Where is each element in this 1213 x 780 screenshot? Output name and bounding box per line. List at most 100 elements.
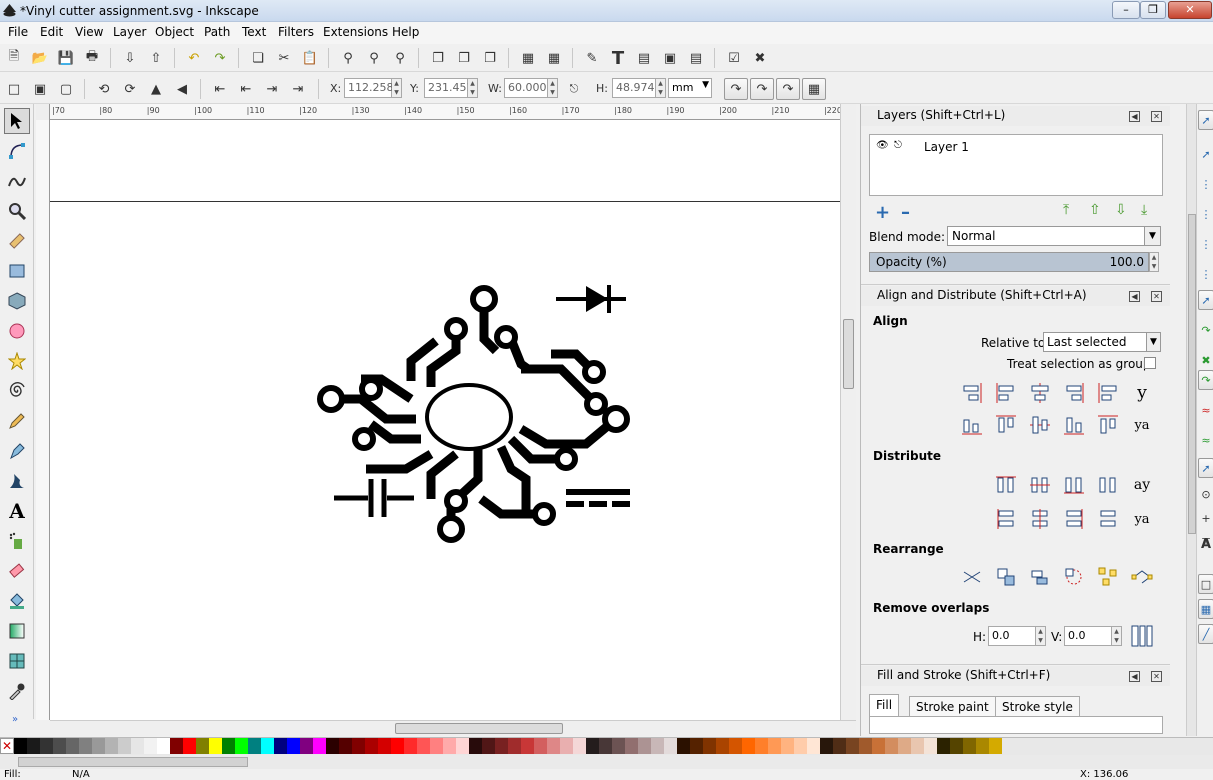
color-swatch[interactable] [833, 738, 846, 754]
scroll-thumb[interactable] [1188, 214, 1196, 534]
align-bottom-icon[interactable] [1061, 412, 1087, 438]
overlap-v-stepper[interactable]: ▲ ▼ [1112, 626, 1122, 646]
add-layer-icon[interactable]: + [875, 202, 890, 223]
measure-tool-icon[interactable] [4, 228, 30, 254]
color-swatch[interactable] [66, 738, 79, 754]
star-tool-icon[interactable] [4, 348, 30, 374]
treat-group-checkbox[interactable] [1144, 357, 1156, 369]
open-icon[interactable]: 📂 [30, 48, 50, 68]
distribute-text-vertical-icon[interactable]: ya [1129, 506, 1155, 532]
snap-smooth-icon[interactable]: ≈ [1198, 400, 1213, 420]
snap-cusp-icon[interactable]: ↷ [1198, 370, 1213, 390]
snap-toggle-icon[interactable]: ➚ [1198, 110, 1213, 130]
overlap-h-stepper[interactable]: ▲ ▼ [1036, 626, 1046, 646]
color-swatch[interactable] [794, 738, 807, 754]
exchange-selection-order-icon[interactable] [993, 564, 1019, 590]
color-swatch[interactable] [599, 738, 612, 754]
tweak-tool-icon[interactable] [4, 168, 30, 194]
canvas-horizontal-scrollbar[interactable] [50, 720, 856, 736]
vertical-ruler[interactable] [36, 120, 50, 720]
close-panel-icon[interactable]: ✕ [1151, 111, 1162, 122]
preferences-icon[interactable]: ✖ [750, 48, 770, 68]
color-swatch[interactable] [326, 738, 339, 754]
align-right-icon[interactable] [1061, 380, 1087, 406]
color-swatch[interactable] [14, 738, 27, 754]
transform-icon[interactable]: ▦ [544, 48, 564, 68]
scale-corners-icon[interactable]: ↷ [750, 78, 774, 100]
distribute-top-edges-icon[interactable] [993, 506, 1019, 532]
color-swatch[interactable] [417, 738, 430, 754]
undo-icon[interactable]: ↶ [184, 48, 204, 68]
color-swatch[interactable] [378, 738, 391, 754]
menu-text[interactable]: Text [242, 25, 266, 39]
color-swatch[interactable] [885, 738, 898, 754]
color-swatch[interactable] [547, 738, 560, 754]
menu-filters[interactable]: Filters [278, 25, 314, 39]
color-swatch[interactable] [209, 738, 222, 754]
color-swatch[interactable] [118, 738, 131, 754]
align-baseline-icon[interactable]: ya [1129, 412, 1155, 438]
collapse-icon[interactable]: ◀ [1129, 291, 1140, 302]
raise-layer-to-top-icon[interactable]: ⤒ [1063, 202, 1069, 218]
color-swatch[interactable] [586, 738, 599, 754]
exchange-positions-icon[interactable] [959, 564, 985, 590]
eye-icon[interactable]: 👁 [876, 140, 889, 151]
snap-bbox-midpoint-icon[interactable]: ⋮ [1198, 234, 1213, 254]
color-swatch[interactable] [495, 738, 508, 754]
color-swatch[interactable] [222, 738, 235, 754]
zoom-tool-icon[interactable] [4, 198, 30, 224]
align-distribute-icon[interactable]: ▤ [686, 48, 706, 68]
color-swatch[interactable] [391, 738, 404, 754]
color-swatch[interactable] [807, 738, 820, 754]
zoom-drawing-icon[interactable]: ⚲ [364, 48, 384, 68]
remove-layer-icon[interactable]: – [901, 202, 910, 223]
align-text-anchor-icon[interactable]: y [1129, 380, 1155, 406]
align-left-to-right-icon[interactable] [1095, 380, 1121, 406]
tab-stroke-style[interactable]: Stroke style [995, 696, 1080, 718]
color-swatch[interactable] [79, 738, 92, 754]
distribute-gaps-horizontal-icon[interactable] [1095, 472, 1121, 498]
raise-to-top-icon[interactable]: ⇤ [210, 79, 230, 99]
tab-stroke-paint[interactable]: Stroke paint [909, 696, 996, 718]
color-swatch[interactable] [638, 738, 651, 754]
color-swatch[interactable] [690, 738, 703, 754]
redo-icon[interactable]: ↷ [210, 48, 230, 68]
menu-layer[interactable]: Layer [113, 25, 146, 39]
distribute-left-edges-icon[interactable] [993, 472, 1019, 498]
remove-overlaps-icon[interactable] [1129, 623, 1155, 649]
color-swatch[interactable] [196, 738, 209, 754]
pencil-tool-icon[interactable] [4, 408, 30, 434]
snap-text-icon[interactable]: A [1198, 534, 1213, 554]
color-swatch[interactable] [963, 738, 976, 754]
snap-center-icon[interactable]: ⊙ [1198, 484, 1213, 504]
horizontal-ruler[interactable]: |70 |80 |90 |100 |110 |120 |130 |140 |150 |160 |17… [36, 104, 842, 120]
color-swatch[interactable] [716, 738, 729, 754]
fill-stroke-icon[interactable]: ✎ [582, 48, 602, 68]
lower-to-bottom-icon[interactable]: ⇥ [288, 79, 308, 99]
flip-horizontal-icon[interactable]: ▲ [146, 79, 166, 99]
snap-page-icon[interactable]: □ [1198, 574, 1213, 594]
color-swatch[interactable] [508, 738, 521, 754]
color-swatch[interactable] [950, 738, 963, 754]
align-top-icon[interactable] [993, 412, 1019, 438]
color-swatch[interactable] [976, 738, 989, 754]
tab-fill[interactable]: Fill [869, 694, 900, 716]
flip-vertical-icon[interactable]: ◀ [172, 79, 192, 99]
close-panel-icon[interactable]: ✕ [1151, 291, 1162, 302]
menu-file[interactable]: File [8, 25, 28, 39]
snap-path-icon[interactable]: ↷ [1198, 320, 1213, 340]
export-icon[interactable]: ⇧ [146, 48, 166, 68]
collapse-icon[interactable]: ◀ [1129, 111, 1140, 122]
layers-icon[interactable]: ▤ [634, 48, 654, 68]
cut-icon[interactable]: ✂ [274, 48, 294, 68]
color-swatch[interactable] [339, 738, 352, 754]
x-input[interactable]: 112.258 [344, 78, 394, 98]
3d-box-tool-icon[interactable] [4, 288, 30, 314]
color-swatch[interactable] [170, 738, 183, 754]
randomize-positions-icon[interactable] [1095, 564, 1121, 590]
node-tool-icon[interactable] [4, 138, 30, 164]
no-paint-swatch[interactable]: ✕ [0, 738, 14, 754]
snap-bbox-icon[interactable]: ➚ [1198, 144, 1213, 164]
color-swatch[interactable] [443, 738, 456, 754]
color-swatch[interactable] [157, 738, 170, 754]
